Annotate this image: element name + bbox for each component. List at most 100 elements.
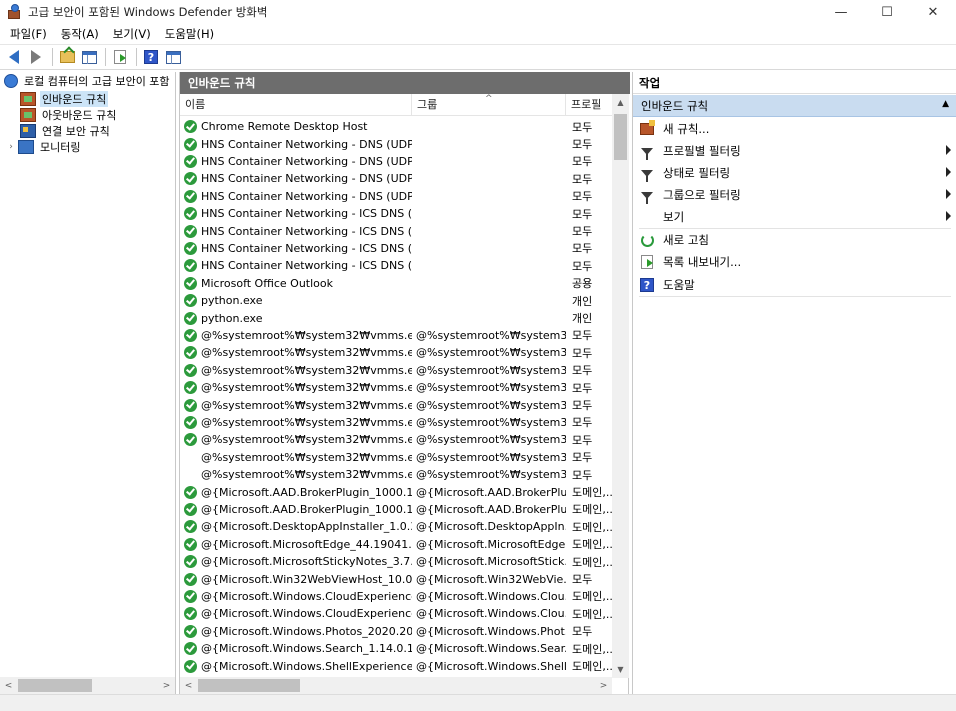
enabled-check-icon	[184, 207, 197, 221]
table-row[interactable]: @%systemroot%₩system32₩vmms.exe,... @%sys…	[180, 466, 612, 483]
rule-group-cell: @%systemroot%₩system3...	[416, 415, 566, 429]
rule-name: HNS Container Networking - ICS DNS (...	[201, 241, 412, 255]
table-row[interactable]: HNS Container Networking - ICS DNS (... 모…	[180, 222, 612, 239]
enabled-check-icon	[184, 572, 197, 586]
forward-button[interactable]	[26, 47, 46, 67]
table-row[interactable]: @{Microsoft.Windows.ShellExperienceH... @…	[180, 657, 616, 674]
table-row[interactable]: @%systemroot%₩system32₩vmms.exe,... @%sys…	[180, 396, 612, 413]
rule-profile-cell: 모두	[572, 381, 593, 395]
table-row[interactable]: HNS Container Networking - ICS DNS (... 모…	[180, 205, 612, 222]
close-button[interactable]: ✕	[910, 0, 956, 24]
table-row[interactable]: HNS Container Networking - ICS DNS (... 모…	[180, 257, 612, 274]
table-row[interactable]: @{Microsoft.Windows.Photos_2020.200... @{…	[180, 623, 612, 640]
rules-horizontal-scrollbar[interactable]: < >	[180, 677, 612, 694]
menu-help[interactable]: 도움말(H)	[159, 24, 220, 44]
scroll-thumb[interactable]	[18, 679, 92, 692]
actions-pane: 작업 인바운드 규칙 ▲ 새 규칙... 프로필별 필터링 상태로 필터링 그룹으로 …	[632, 72, 956, 694]
action-item[interactable]: 목록 내보내기...	[633, 251, 956, 273]
table-row[interactable]: @{Microsoft.Windows.Search_1.14.0.19... @…	[180, 640, 616, 657]
scroll-right-button[interactable]: >	[158, 677, 175, 694]
action-item[interactable]: 새로 고침	[633, 229, 956, 251]
tree-item-outbound-rules[interactable]: 아웃바운드 규칙	[20, 107, 118, 123]
scroll-thumb[interactable]	[614, 114, 627, 160]
scroll-right-button[interactable]: >	[595, 677, 612, 694]
up-one-level-button[interactable]	[57, 47, 77, 67]
filter-icon	[639, 143, 655, 160]
table-row[interactable]: @{Microsoft.MicrosoftEdge_44.19041.4... @…	[180, 536, 616, 553]
table-row[interactable]: HNS Container Networking - DNS (UDP... 모두	[180, 153, 612, 170]
menu-view[interactable]: 보기(V)	[107, 24, 157, 44]
table-row[interactable]: @{Microsoft.AAD.BrokerPlugin_1000.19... @…	[180, 501, 616, 518]
table-row[interactable]: @{Microsoft.DesktopAppInstaller_1.0.32..…	[180, 518, 616, 535]
rule-group-cell: @%systemroot%₩system3...	[416, 363, 566, 377]
tree-horizontal-scrollbar[interactable]: < >	[0, 677, 175, 694]
rule-name-cell: HNS Container Networking - ICS DNS (...	[184, 259, 412, 273]
rules-pane-header: 인바운드 규칙	[180, 72, 630, 94]
enabled-check-icon	[184, 659, 197, 673]
menu-file[interactable]: 파일(F)	[4, 24, 53, 44]
connection-security-icon	[20, 124, 36, 138]
table-row[interactable]: HNS Container Networking - DNS (UDP... 모두	[180, 135, 612, 152]
rule-profile-cell: 모두	[572, 346, 593, 360]
table-row[interactable]: @%systemroot%₩system32₩vmms.exe,... @%sys…	[180, 362, 612, 379]
show-hide-action-pane-button[interactable]	[163, 47, 183, 67]
scroll-down-button[interactable]: ▼	[612, 661, 629, 678]
column-header-name[interactable]: 이름	[180, 94, 412, 116]
table-row[interactable]: @%systemroot%₩system32₩vmms.exe,... @%sys…	[180, 327, 612, 344]
actions-section-inbound-rules[interactable]: 인바운드 규칙 ▲	[633, 95, 956, 117]
table-row[interactable]: @%systemroot%₩system32₩vmms.exe,... @%sys…	[180, 449, 612, 466]
rule-name: @{Microsoft.AAD.BrokerPlugin_1000.18...	[201, 485, 412, 499]
maximize-button[interactable]: ☐	[864, 0, 910, 24]
show-hide-console-tree-button[interactable]	[79, 47, 99, 67]
table-row[interactable]: python.exe 개인	[180, 309, 612, 326]
table-row[interactable]: @{Microsoft.MicrosoftStickyNotes_3.7.1..…	[180, 553, 616, 570]
menu-action[interactable]: 동작(A)	[55, 24, 105, 44]
rule-profile-cell: 모두	[572, 433, 593, 447]
rule-name: @%systemroot%₩system32₩vmms.exe,...	[201, 468, 412, 482]
action-item[interactable]: 보기	[633, 206, 956, 228]
action-item[interactable]: 새 규칙...	[633, 118, 956, 140]
table-row[interactable]: @%systemroot%₩system32₩vmms.exe,... @%sys…	[180, 414, 612, 431]
help-button[interactable]: ?	[141, 47, 161, 67]
back-button[interactable]	[4, 47, 24, 67]
rule-name-cell: python.exe	[184, 294, 412, 308]
rule-name-cell: @%systemroot%₩system32₩vmms.exe,...	[184, 415, 412, 429]
table-row[interactable]: HNS Container Networking - DNS (UDP... 모두	[180, 170, 612, 187]
table-row[interactable]: @%systemroot%₩system32₩vmms.exe,... @%sys…	[180, 431, 612, 448]
table-row[interactable]: @{Microsoft.Win32WebViewHost_10.0.... @{M…	[180, 570, 612, 587]
enabled-check-icon	[184, 189, 197, 203]
table-row[interactable]: HNS Container Networking - ICS DNS (... 모…	[180, 240, 612, 257]
enabled-check-icon	[184, 224, 197, 238]
help-icon: ?	[639, 277, 655, 293]
action-item[interactable]: 그룹으로 필터링	[633, 184, 956, 206]
expand-chevron-icon[interactable]: ›	[6, 142, 16, 152]
scroll-left-button[interactable]: <	[0, 677, 17, 694]
collapse-icon[interactable]: ▲	[942, 99, 949, 109]
tree-item-connection-security-rules[interactable]: 연결 보안 규칙	[20, 123, 112, 139]
table-row[interactable]: @{Microsoft.Windows.CloudExperience... @{…	[180, 605, 616, 622]
tree-item-inbound-rules[interactable]: 인바운드 규칙	[20, 91, 109, 107]
firewall-app-icon	[6, 4, 22, 20]
table-row[interactable]: Microsoft Office Outlook 공용	[180, 275, 612, 292]
column-header-profile[interactable]: 프로필	[566, 94, 612, 116]
action-item[interactable]: ? 도움말	[633, 274, 956, 296]
scroll-thumb[interactable]	[198, 679, 300, 692]
rules-vertical-scrollbar[interactable]: ▲ ▼	[612, 94, 629, 678]
table-row[interactable]: @%systemroot%₩system32₩vmms.exe,... @%sys…	[180, 379, 612, 396]
action-item[interactable]: 상태로 필터링	[633, 162, 956, 184]
tree-root[interactable]: 로컬 컴퓨터의 고급 보안이 포함	[4, 73, 172, 89]
tree-item-monitoring[interactable]: › 모니터링	[6, 139, 82, 155]
table-row[interactable]: python.exe 개인	[180, 292, 612, 309]
table-row[interactable]: Chrome Remote Desktop Host 모두	[180, 118, 612, 135]
minimize-button[interactable]: —	[818, 0, 864, 24]
table-row[interactable]: @{Microsoft.AAD.BrokerPlugin_1000.18... @…	[180, 483, 616, 500]
rule-name: Microsoft Office Outlook	[201, 276, 333, 290]
scroll-left-button[interactable]: <	[180, 677, 197, 694]
table-row[interactable]: HNS Container Networking - DNS (UDP... 모두	[180, 188, 612, 205]
export-list-button[interactable]	[110, 47, 130, 67]
enabled-check-icon	[184, 433, 197, 447]
table-row[interactable]: @{Microsoft.Windows.CloudExperience... @{…	[180, 588, 616, 605]
table-row[interactable]: @%systemroot%₩system32₩vmms.exe,... @%sys…	[180, 344, 612, 361]
action-item[interactable]: 프로필별 필터링	[633, 140, 956, 162]
scroll-up-button[interactable]: ▲	[612, 94, 629, 111]
